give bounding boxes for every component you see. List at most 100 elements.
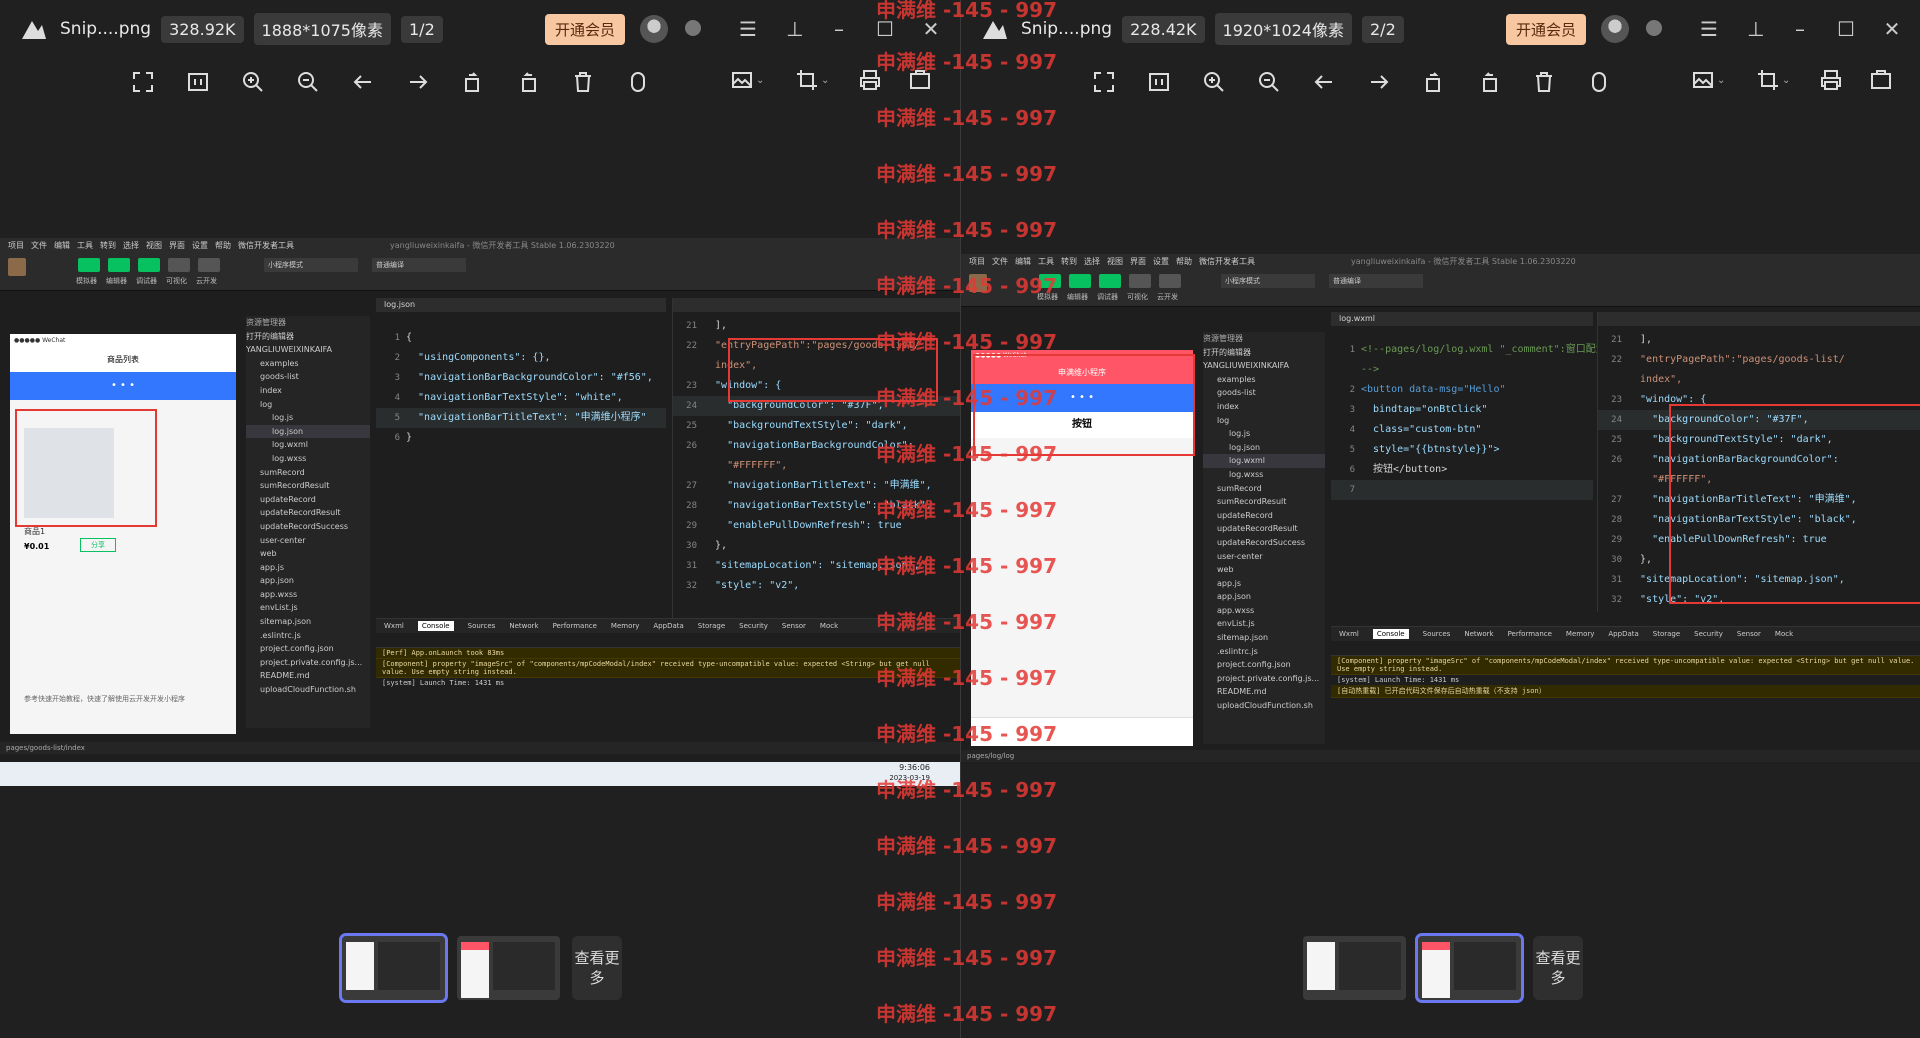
rotate-right-icon[interactable] — [515, 69, 541, 95]
zoom-in-icon[interactable] — [240, 69, 266, 95]
explorer-item[interactable]: uploadCloudFunction.sh — [246, 683, 370, 697]
explorer-item[interactable]: app.wxss — [1203, 604, 1325, 618]
visual-button[interactable] — [168, 258, 190, 272]
edit-image-icon[interactable]: ⌄ — [1691, 68, 1725, 92]
fullscreen-icon[interactable] — [130, 69, 156, 95]
menu-icon[interactable]: ☰ — [1696, 16, 1722, 42]
explorer-item[interactable]: .eslintrc.js — [1203, 645, 1325, 659]
explorer-item[interactable]: goods-list — [246, 370, 370, 384]
explorer-item[interactable]: 打开的编辑器 — [246, 330, 370, 344]
next-icon[interactable] — [405, 69, 431, 95]
debugger-button[interactable] — [138, 258, 160, 272]
explorer-item[interactable]: app.json — [1203, 590, 1325, 604]
actual-size-icon[interactable] — [185, 69, 211, 95]
explorer-item[interactable]: sumRecord — [1203, 482, 1325, 496]
explorer-item[interactable]: log.js — [246, 411, 370, 425]
explorer-item[interactable]: user-center — [1203, 550, 1325, 564]
explorer-item[interactable]: sitemap.json — [1203, 631, 1325, 645]
zoom-in-icon[interactable] — [1201, 69, 1227, 95]
explorer-item[interactable]: goods-list — [1203, 386, 1325, 400]
rotate-left-icon[interactable] — [460, 69, 486, 95]
fullscreen-icon[interactable] — [1091, 69, 1117, 95]
explorer-item[interactable]: app.js — [246, 561, 370, 575]
explorer-item[interactable]: updateRecordResult — [1203, 522, 1325, 536]
explorer-item[interactable]: log.wxml — [246, 438, 370, 452]
ocr-icon[interactable] — [625, 69, 651, 95]
delete-icon[interactable] — [1531, 69, 1557, 95]
explorer-item[interactable]: YANGLIUWEIXINKAIFA — [246, 343, 370, 357]
mode-select[interactable]: 小程序模式 — [1221, 274, 1315, 288]
ocr-icon[interactable] — [1586, 69, 1612, 95]
explorer-item[interactable]: app.wxss — [246, 588, 370, 602]
more-options-icon[interactable] — [1869, 68, 1893, 92]
thumbnail-1[interactable] — [1303, 936, 1406, 1000]
explorer-item[interactable]: log.wxml — [1203, 454, 1325, 468]
explorer-item[interactable]: log.wxss — [246, 452, 370, 466]
explorer-item[interactable]: web — [246, 547, 370, 561]
explorer-item[interactable]: examples — [246, 357, 370, 371]
cloud-button[interactable] — [1159, 274, 1181, 288]
share-button[interactable]: 分享 — [80, 538, 116, 552]
explorer-item[interactable]: project.config.json — [246, 642, 370, 656]
rotate-left-icon[interactable] — [1421, 69, 1447, 95]
code-editor-wxml[interactable]: log.wxml 1 <!--pages/log/log.wxml "_comme… — [1331, 312, 1606, 612]
explorer-item[interactable]: index — [246, 384, 370, 398]
mode-select[interactable]: 小程序模式 — [264, 258, 358, 272]
explorer-item[interactable]: .eslintrc.js — [246, 629, 370, 643]
explorer-item[interactable]: web — [1203, 563, 1325, 577]
explorer-item[interactable]: sumRecord — [246, 466, 370, 480]
compile-select[interactable]: 普通编译 — [372, 258, 466, 272]
next-icon[interactable] — [1366, 69, 1392, 95]
view-more-button[interactable]: 查看更多 — [572, 936, 622, 1000]
debugger-button[interactable] — [1099, 274, 1121, 288]
thumbnail-2[interactable] — [1415, 933, 1524, 1003]
zoom-out-icon[interactable] — [295, 69, 321, 95]
explorer-item[interactable]: envList.js — [246, 601, 370, 615]
explorer-item[interactable]: sitemap.json — [246, 615, 370, 629]
previous-icon[interactable] — [1311, 69, 1337, 95]
thumbnail-2[interactable] — [457, 936, 560, 1000]
code-editor-json[interactable]: log.json 1{ 2 "usingComponents": {}, 3 "… — [376, 298, 666, 618]
minimize-icon[interactable]: – — [826, 16, 852, 42]
cloud-button[interactable] — [198, 258, 220, 272]
explorer-item[interactable]: updateRecordSuccess — [1203, 536, 1325, 550]
explorer-item[interactable]: uploadCloudFunction.sh — [1203, 699, 1325, 713]
crop-icon[interactable]: ⌄ — [795, 68, 829, 92]
minimize-icon[interactable]: – — [1787, 16, 1813, 42]
avatar[interactable] — [1601, 15, 1629, 43]
pin-icon[interactable]: ⊥ — [782, 16, 808, 42]
explorer-item[interactable]: project.private.config.js... — [246, 656, 370, 670]
explorer-item[interactable]: log — [246, 398, 370, 412]
vip-button[interactable]: 开通会员 — [545, 14, 626, 45]
explorer-item[interactable]: project.private.config.js... — [1203, 672, 1325, 686]
editor-tab[interactable]: log.wxml — [1331, 312, 1593, 326]
actual-size-icon[interactable] — [1146, 69, 1172, 95]
explorer-item[interactable]: updateRecordResult — [246, 506, 370, 520]
vip-button[interactable]: 开通会员 — [1506, 14, 1587, 45]
print-icon[interactable] — [1819, 68, 1843, 92]
explorer-item[interactable]: log — [1203, 414, 1325, 428]
explorer-item[interactable]: README.md — [246, 669, 370, 683]
explorer-item[interactable]: examples — [1203, 373, 1325, 387]
editor-button[interactable] — [1069, 274, 1091, 288]
avatar[interactable] — [640, 15, 668, 43]
previous-icon[interactable] — [350, 69, 376, 95]
explorer-item[interactable]: sumRecordResult — [246, 479, 370, 493]
crop-icon[interactable]: ⌄ — [1756, 68, 1790, 92]
rotate-right-icon[interactable] — [1476, 69, 1502, 95]
compile-select[interactable]: 普通编译 — [1329, 274, 1423, 288]
shield-icon[interactable] — [1646, 20, 1662, 36]
simulator-button[interactable] — [78, 258, 100, 272]
explorer-item[interactable]: envList.js — [1203, 617, 1325, 631]
close-icon[interactable]: ✕ — [1879, 16, 1905, 42]
menu-icon[interactable]: ☰ — [735, 16, 761, 42]
explorer-item[interactable]: 打开的编辑器 — [1203, 346, 1325, 360]
explorer-item[interactable]: app.js — [1203, 577, 1325, 591]
explorer-item[interactable]: updateRecord — [1203, 509, 1325, 523]
explorer-item[interactable]: updateRecordSuccess — [246, 520, 370, 534]
explorer-item[interactable]: sumRecordResult — [1203, 495, 1325, 509]
editor-tab[interactable]: log.json — [376, 298, 666, 312]
explorer-item[interactable]: README.md — [1203, 685, 1325, 699]
explorer-item[interactable]: log.json — [1203, 441, 1325, 455]
shield-icon[interactable] — [685, 20, 701, 36]
